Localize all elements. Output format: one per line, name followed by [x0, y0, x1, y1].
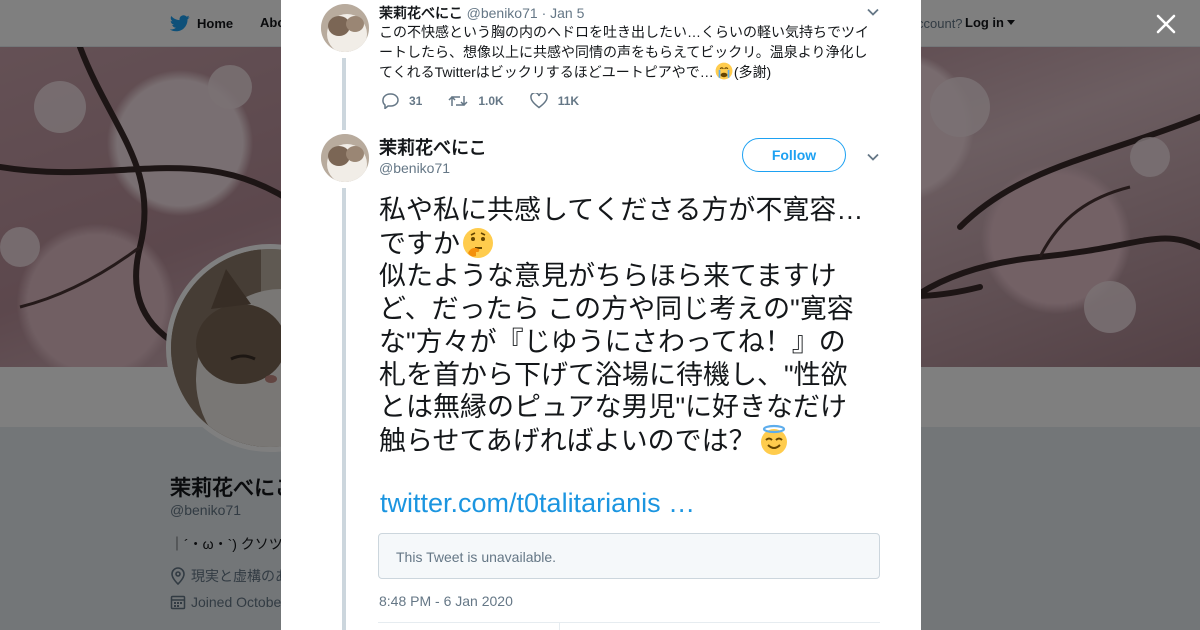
tweet-line-text: ですか [379, 228, 460, 259]
like-count: 11K [557, 94, 580, 108]
main-tweet-text: 私や私に共感してくださる方が不寛容… ですか 似たような意見がちらほら来てますけ… [379, 194, 889, 458]
tweet-line: 似たような意見がちらほら来てますけ [379, 261, 837, 292]
close-icon[interactable] [1152, 10, 1180, 38]
thread-connector-line [342, 188, 346, 630]
reply-button[interactable]: 31 [381, 93, 422, 109]
stats-column-divider [559, 622, 560, 630]
quoted-tweet-unavailable: This Tweet is unavailable. [378, 533, 880, 579]
tweet-line: 札を首から下げて浴場に待機し、"性欲 [379, 359, 848, 390]
tweet-line: 触らせてあげればよいのでは？ [379, 424, 889, 458]
heart-icon [529, 93, 548, 109]
reply-date[interactable]: Jan 5 [550, 5, 584, 21]
reply-author-name[interactable]: 茉莉花べにこ [379, 5, 463, 21]
crying-face-emoji-icon [715, 62, 733, 80]
tweet-line: な"方々が『じゆうにさわってね！』の [379, 326, 846, 357]
like-button[interactable]: 11K [529, 93, 580, 109]
tweet-modal: 茉莉花べにこ @beniko71 · Jan 5 この不快感という胸の内のヘドロ… [281, 0, 921, 630]
follow-button[interactable]: Follow [742, 138, 846, 172]
retweet-count: 1.0K [478, 94, 504, 108]
tweet-link[interactable]: twitter.com/t0talitarianis … [380, 488, 695, 519]
reply-text-suffix: (多謝) [733, 64, 772, 80]
thread-connector-line [342, 58, 346, 130]
reply-actions: 31 1.0K 11K [381, 93, 605, 109]
reply-text-main: この不快感という胸の内のヘドロを吐き出したい…くらいの軽い気持ちでツイートしたら… [379, 24, 869, 80]
reply-date-separator: · [541, 5, 547, 21]
chevron-down-icon[interactable] [866, 150, 880, 164]
retweet-icon [448, 95, 468, 107]
thinking-face-emoji-icon [463, 227, 493, 258]
tweet-line: ど、だったら この方や同じ考えの"寛容 [379, 294, 854, 325]
main-author-name[interactable]: 茉莉花べにこ [379, 134, 487, 160]
retweet-button[interactable]: 1.0K [448, 93, 504, 109]
tweet-line: ですか [379, 227, 889, 261]
reply-author-handle[interactable]: @beniko71 [467, 5, 538, 21]
chevron-down-icon[interactable] [866, 5, 880, 19]
reply-count: 31 [409, 94, 423, 108]
tweet-line: とは無縁のピュアな男児"に好きなだけ [379, 392, 848, 423]
main-tweet-avatar[interactable] [321, 134, 369, 182]
tweet-timestamp[interactable]: 8:48 PM - 6 Jan 2020 [379, 593, 513, 609]
reply-avatar[interactable] [321, 4, 369, 52]
main-author-handle[interactable]: @beniko71 [379, 160, 450, 176]
reply-icon [382, 93, 399, 109]
reply-tweet-text: この不快感という胸の内のヘドロを吐き出したい…くらいの軽い気持ちでツイートしたら… [379, 22, 869, 82]
tweet-line: 私や私に共感してくださる方が不寛容… [379, 195, 864, 225]
smiling-face-with-halo-emoji-icon [760, 424, 787, 455]
stats-divider [378, 622, 880, 623]
reply-header: 茉莉花べにこ @beniko71 · Jan 5 [379, 3, 584, 23]
tweet-line-text: 触らせてあげればよいのでは？ [379, 425, 756, 456]
